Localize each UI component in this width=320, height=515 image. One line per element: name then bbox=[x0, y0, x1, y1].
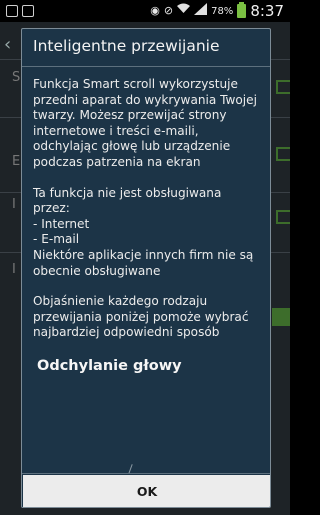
mute-icon: ⊘ bbox=[163, 4, 174, 17]
unsupported-list: - Internet - E-mail bbox=[33, 217, 260, 248]
wifi-icon bbox=[177, 3, 191, 19]
status-bar-right: ◉ ⊘ 78% 8:37 bbox=[150, 2, 284, 20]
signal-icon bbox=[194, 2, 208, 20]
bg-item-label: E bbox=[12, 154, 21, 169]
eye-icon: ◉ bbox=[150, 4, 160, 17]
bg-toggle bbox=[272, 308, 290, 326]
dialog-body: Funkcja Smart scroll wykorzystuje przedn… bbox=[22, 67, 270, 341]
back-arrow-icon: ‹ bbox=[4, 34, 12, 55]
bg-checkbox bbox=[276, 147, 290, 161]
list-item: - E-mail bbox=[33, 232, 80, 247]
bg-item-label: I bbox=[12, 262, 16, 277]
description-paragraph: Funkcja Smart scroll wykorzystuje przedn… bbox=[33, 77, 257, 169]
battery-percent: 78% bbox=[211, 5, 234, 17]
list-item: - Internet bbox=[33, 216, 90, 231]
unsupported-intro: Ta funkcja nie jest obsługiwana przez: bbox=[33, 185, 222, 216]
status-bar: ◉ ⊘ 78% 8:37 bbox=[0, 0, 290, 22]
ok-button[interactable]: OK bbox=[23, 475, 270, 507]
smart-scroll-dialog: Inteligentne przewijanie Funkcja Smart s… bbox=[21, 28, 271, 508]
unsupported-section: Ta funkcja nie jest obsługiwana przez: -… bbox=[33, 186, 260, 280]
notification-icon bbox=[6, 5, 18, 17]
bg-item-label: S bbox=[12, 70, 21, 85]
clock: 8:37 bbox=[250, 2, 284, 20]
bg-checkbox bbox=[276, 210, 290, 224]
explanation-paragraph: Objaśnienie każdego rodzaju przewijania … bbox=[33, 294, 249, 340]
status-bar-left bbox=[6, 3, 34, 17]
bg-item-label: I bbox=[12, 197, 16, 212]
bg-checkbox bbox=[276, 80, 290, 94]
image-icon bbox=[22, 5, 34, 17]
dialog-title: Inteligentne przewijanie bbox=[22, 29, 270, 67]
third-party-note: Niektóre aplikacje innych firm nie są ob… bbox=[33, 247, 254, 278]
section-heading: Odchylanie głowy bbox=[37, 357, 182, 374]
battery-icon bbox=[237, 2, 247, 18]
